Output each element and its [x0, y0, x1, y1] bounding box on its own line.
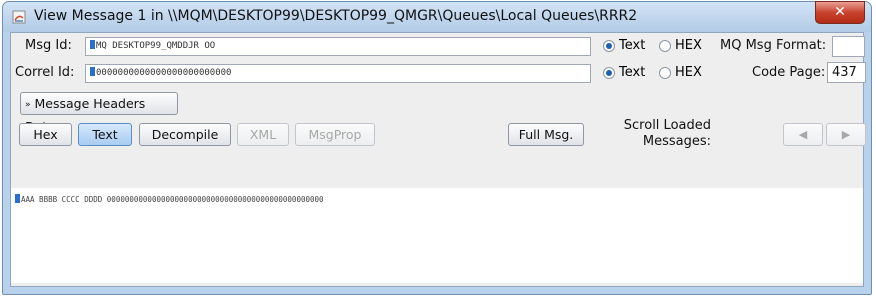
correl-id-hex-label[interactable]: HEX [675, 65, 702, 80]
arrow-right-icon: ▶ [841, 128, 851, 141]
java-app-icon [12, 10, 26, 24]
msg-id-text-label[interactable]: Text [619, 38, 645, 53]
scroll-loaded-line1: Scroll Loaded [623, 118, 711, 133]
msg-id-text-radio[interactable] [603, 40, 615, 52]
close-button[interactable]: ✕ [815, 1, 865, 24]
correl-id-field[interactable]: 0000000000000000000000000 [85, 64, 591, 83]
arrow-left-icon: ◀ [798, 128, 808, 141]
msg-id-value: MQ DESKTOP99_QMDDJR OO [96, 41, 216, 51]
full-msg-button[interactable]: Full Msg. [508, 123, 584, 146]
title-bar[interactable]: View Message 1 in \\MQM\DESKTOP99\DESKTO… [3, 1, 871, 32]
decompile-button[interactable]: Decompile [139, 123, 231, 146]
xml-view-button[interactable]: XML [237, 123, 289, 146]
double-chevron-down-icon: » [25, 100, 31, 110]
message-content-text: AAA BBBB CCCC DDDD 000000000000000000000… [15, 194, 324, 204]
mq-msg-format-label: MQ Msg Format: [720, 38, 827, 53]
msg-id-hex-radio[interactable] [659, 40, 671, 52]
scroll-right-button[interactable]: ▶ [826, 123, 866, 146]
msgprop-button[interactable]: MsgProp [295, 123, 375, 146]
text-cursor [15, 194, 20, 203]
correl-id-label: Correl Id: [15, 65, 75, 80]
text-cursor [90, 67, 95, 76]
scroll-loaded-label: Scroll Loaded Messages: [621, 118, 711, 150]
message-viewer-window: View Message 1 in \\MQM\DESKTOP99\DESKTO… [2, 1, 872, 295]
correl-id-text-label[interactable]: Text [619, 65, 645, 80]
scroll-loaded-line2: Messages: [642, 134, 711, 149]
window-title: View Message 1 in \\MQM\DESKTOP99\DESKTO… [34, 8, 638, 24]
msg-id-field[interactable]: MQ DESKTOP99_QMDDJR OO [85, 37, 591, 56]
scroll-left-button[interactable]: ◀ [783, 123, 823, 146]
code-page-field[interactable]: 437 [827, 62, 866, 83]
mq-msg-format-field[interactable] [832, 36, 865, 57]
window-client-area: Msg Id: MQ DESKTOP99_QMDDJR OO Text HEX … [10, 32, 866, 287]
code-page-label: Code Page: [752, 65, 826, 80]
message-headers-toggle[interactable]: » Message Headers Data [20, 92, 178, 134]
text-view-button[interactable]: Text [78, 123, 132, 146]
text-cursor [90, 40, 95, 49]
msg-id-label: Msg Id: [25, 38, 72, 53]
correl-id-text-radio[interactable] [603, 67, 615, 79]
message-content-value: AAA BBBB CCCC DDDD 000000000000000000000… [21, 195, 324, 204]
correl-id-value: 0000000000000000000000000 [96, 68, 232, 78]
message-content-area[interactable]: AAA BBBB CCCC DDDD 000000000000000000000… [11, 188, 863, 283]
msg-id-hex-label[interactable]: HEX [675, 38, 702, 53]
hex-view-button[interactable]: Hex [19, 123, 72, 146]
correl-id-hex-radio[interactable] [659, 67, 671, 79]
